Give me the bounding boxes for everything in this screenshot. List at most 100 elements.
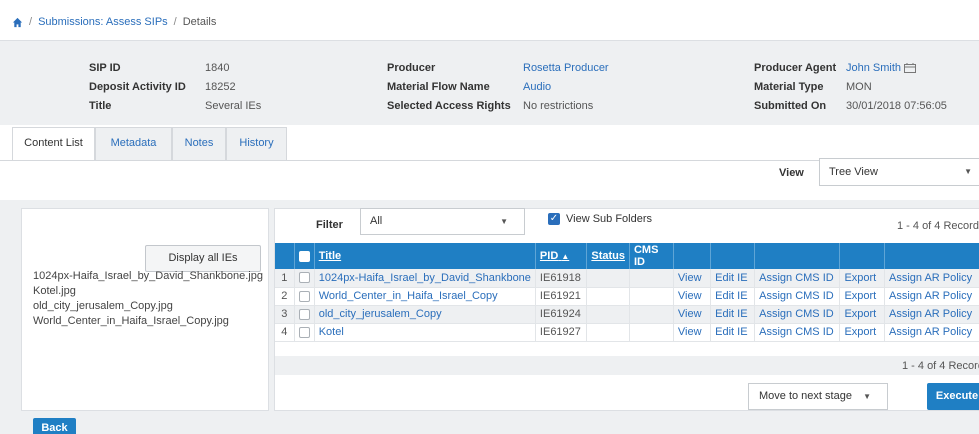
breadcrumb-separator: / xyxy=(29,16,33,28)
producer-agent-row: John Smith xyxy=(846,59,947,78)
stage-action-select[interactable]: Move to next stage ▼ xyxy=(748,383,888,410)
material-type-value: MON xyxy=(846,81,872,93)
sip-header: SIP ID Deposit Activity ID Title 1840 18… xyxy=(0,40,979,125)
row-cms-id xyxy=(629,287,674,306)
header-labels-col2: Producer Material Flow Name Selected Acc… xyxy=(387,59,511,116)
access-rights-value: No restrictions xyxy=(523,100,594,112)
view-select-value: Tree View xyxy=(829,166,878,178)
row-number: 3 xyxy=(275,305,295,324)
actions-header xyxy=(673,243,712,269)
file-list-item[interactable]: Kotel.jpg xyxy=(33,284,263,299)
row-select-cell xyxy=(294,305,315,324)
sort-asc-icon: ▲ xyxy=(561,252,570,261)
filter-select-value: All xyxy=(370,215,383,227)
filter-label: Filter xyxy=(316,219,343,231)
tab-metadata[interactable]: Metadata xyxy=(95,127,172,161)
row-checkbox[interactable] xyxy=(298,308,310,320)
tab-history[interactable]: History xyxy=(226,127,287,161)
producer-link[interactable]: Rosetta Producer xyxy=(523,59,609,78)
row-view-link[interactable]: View xyxy=(673,269,712,288)
row-select-cell xyxy=(294,287,315,306)
row-edit-ie-link[interactable]: Edit IE xyxy=(710,269,756,288)
breadcrumb-item-submissions[interactable]: Submissions: Assess SIPs xyxy=(38,16,168,28)
row-edit-ie-link[interactable]: Edit IE xyxy=(710,305,756,324)
header-values-col1: 1840 18252 Several IEs xyxy=(205,59,261,116)
row-export-link[interactable]: Export xyxy=(839,269,885,288)
file-list-item[interactable]: old_city_jerusalem_Copy.jpg xyxy=(33,299,263,314)
view-label: View xyxy=(779,167,804,179)
row-title-link[interactable]: 1024px-Haifa_Israel_by_David_Shankbone xyxy=(314,269,536,288)
chevron-down-icon: ▼ xyxy=(863,392,871,401)
row-cms-id xyxy=(629,323,674,342)
row-status xyxy=(586,287,630,306)
back-button[interactable]: Back xyxy=(33,418,76,434)
row-assign-cms-id-link[interactable]: Assign CMS ID xyxy=(754,269,841,288)
row-export-link[interactable]: Export xyxy=(839,287,885,306)
execute-button[interactable]: Execute xyxy=(927,383,979,410)
row-number-header xyxy=(275,243,295,269)
view-select[interactable]: Tree View ▼ xyxy=(819,158,979,186)
material-flow-link[interactable]: Audio xyxy=(523,78,609,97)
row-edit-ie-link[interactable]: Edit IE xyxy=(710,323,756,342)
row-status xyxy=(586,305,630,324)
row-assign-ar-policy-link[interactable]: Assign AR Policy xyxy=(884,305,979,324)
row-pid: IE61921 xyxy=(535,287,588,306)
deposit-activity-id-value: 18252 xyxy=(205,81,236,93)
header-values-col3: John Smith MON 30/01/2018 07:56:05 xyxy=(846,59,947,116)
row-assign-ar-policy-link[interactable]: Assign AR Policy xyxy=(884,323,979,342)
title-column-header[interactable]: Title xyxy=(314,243,536,269)
chevron-down-icon: ▼ xyxy=(964,167,972,176)
display-all-ies-button[interactable]: Display all IEs xyxy=(145,245,261,272)
title-value: Several IEs xyxy=(205,100,262,112)
material-flow-name-label: Material Flow Name xyxy=(387,81,490,93)
submitted-on-label: Submitted On xyxy=(754,100,827,112)
actions-header xyxy=(884,243,979,269)
row-assign-cms-id-link[interactable]: Assign CMS ID xyxy=(754,287,841,306)
paging-top: 1 - 4 of 4 Records xyxy=(897,220,979,232)
filter-select[interactable]: All ▼ xyxy=(360,208,525,235)
row-assign-cms-id-link[interactable]: Assign CMS ID xyxy=(754,323,841,342)
row-pid: IE61918 xyxy=(535,269,588,288)
row-title-link[interactable]: old_city_jerusalem_Copy xyxy=(314,305,536,324)
file-list-item[interactable]: 1024px-Haifa_Israel_by_David_Shankbone.j… xyxy=(33,269,263,284)
tab-bar: Content List Metadata Notes History xyxy=(0,127,979,162)
tab-notes[interactable]: Notes xyxy=(172,127,226,161)
row-view-link[interactable]: View xyxy=(673,287,712,306)
sip-id-label: SIP ID xyxy=(89,62,121,74)
row-export-link[interactable]: Export xyxy=(839,323,885,342)
calendar-icon[interactable] xyxy=(904,63,917,74)
select-all-checkbox[interactable] xyxy=(298,250,310,262)
row-pid: IE61924 xyxy=(535,305,588,324)
row-title-link[interactable]: Kotel xyxy=(314,323,536,342)
row-edit-ie-link[interactable]: Edit IE xyxy=(710,287,756,306)
checkbox-checked-icon[interactable]: ✓ xyxy=(548,213,560,225)
pid-column-header[interactable]: PID ▲ xyxy=(535,243,588,269)
view-sub-folders-toggle[interactable]: ✓ View Sub Folders xyxy=(548,213,652,225)
row-number: 1 xyxy=(275,269,295,288)
row-title-link[interactable]: World_Center_in_Haifa_Israel_Copy xyxy=(314,287,536,306)
file-list-item[interactable]: World_Center_in_Haifa_Israel_Copy.jpg xyxy=(33,314,263,329)
row-assign-ar-policy-link[interactable]: Assign AR Policy xyxy=(884,269,979,288)
actions-header xyxy=(710,243,756,269)
producer-label: Producer xyxy=(387,62,436,74)
row-view-link[interactable]: View xyxy=(673,323,712,342)
row-view-link[interactable]: View xyxy=(673,305,712,324)
row-checkbox[interactable] xyxy=(298,290,310,302)
row-checkbox[interactable] xyxy=(298,272,310,284)
row-number: 2 xyxy=(275,287,295,306)
row-assign-ar-policy-link[interactable]: Assign AR Policy xyxy=(884,287,979,306)
view-sub-folders-label: View Sub Folders xyxy=(566,213,653,225)
pid-header-label: PID xyxy=(539,250,559,262)
table-row: 2 World_Center_in_Haifa_Israel_Copy IE61… xyxy=(275,287,979,306)
row-assign-cms-id-link[interactable]: Assign CMS ID xyxy=(754,305,841,324)
material-type-label: Material Type xyxy=(754,81,824,93)
status-column-header[interactable]: Status xyxy=(586,243,630,269)
row-export-link[interactable]: Export xyxy=(839,305,885,324)
tab-content-list[interactable]: Content List xyxy=(12,127,95,162)
row-checkbox[interactable] xyxy=(298,326,310,338)
breadcrumb-separator: / xyxy=(173,16,177,28)
table-header-row: Title PID ▲ Status CMS ID xyxy=(275,243,979,269)
home-icon[interactable] xyxy=(12,17,23,28)
producer-agent-link[interactable]: John Smith xyxy=(846,62,901,74)
header-values-col2: Rosetta Producer Audio No restrictions xyxy=(523,59,609,116)
